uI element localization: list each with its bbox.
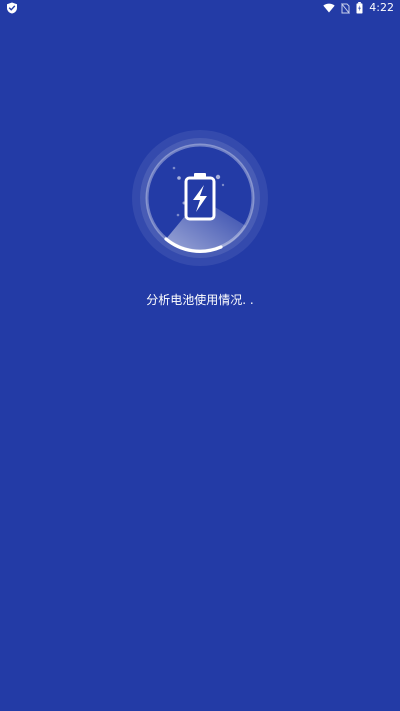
wifi-icon xyxy=(323,3,335,13)
shield-icon xyxy=(7,2,17,14)
status-bar: 4:22 xyxy=(0,0,400,16)
clock: 4:22 xyxy=(369,1,394,14)
status-icons: 4:22 xyxy=(323,0,394,16)
battery-scan-animation xyxy=(132,130,268,266)
battery-icon xyxy=(356,2,363,14)
analysis-status-text: 分析电池使用情况. . xyxy=(146,293,254,307)
battery-charging-icon xyxy=(184,173,216,221)
no-sim-icon xyxy=(341,2,351,14)
